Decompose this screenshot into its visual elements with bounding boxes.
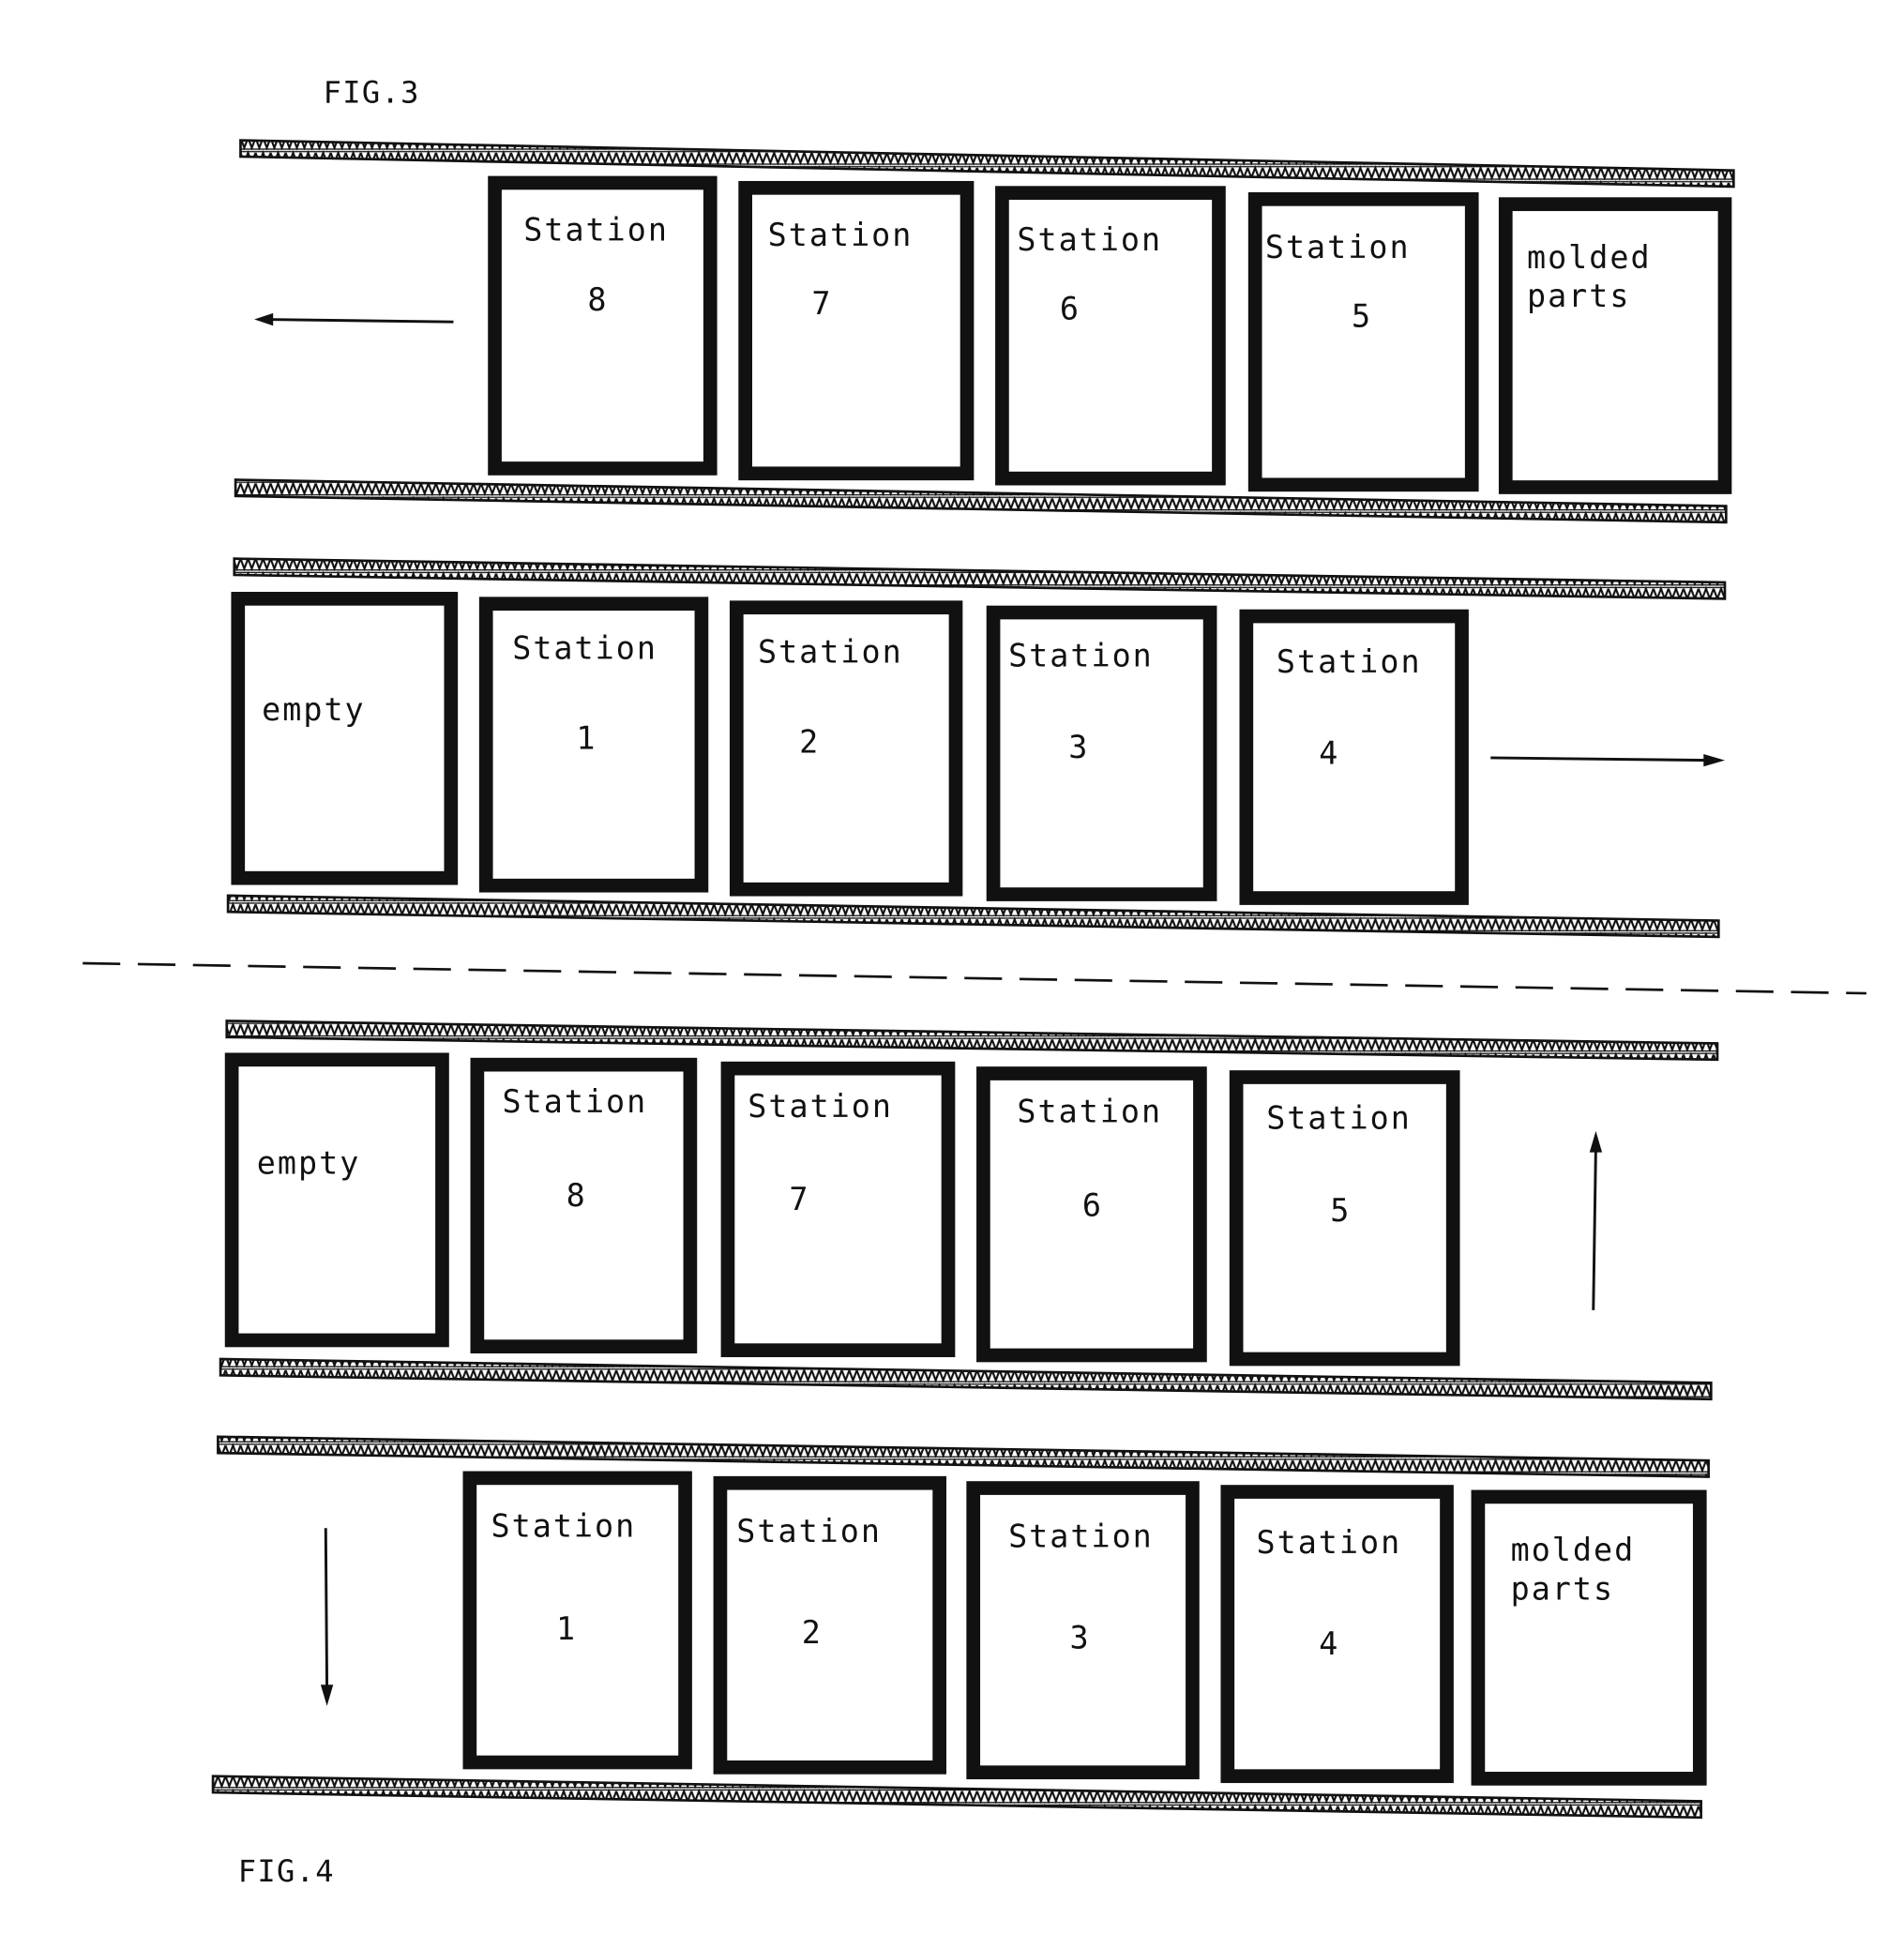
- patent-drawing: FIG.3 Station 8 Station 7 Station 6 Stat…: [83, 75, 1866, 1889]
- station-box: Station 2: [729, 600, 963, 897]
- conveyor-row-fig4-bottom: Station 1 Station 2 Station 3 Station 4 …: [211, 1435, 1710, 1820]
- station-number: 3: [1068, 729, 1089, 765]
- station-number: 5: [1330, 1192, 1351, 1229]
- station-box: Station 4: [1239, 609, 1469, 905]
- station-box: Station 2: [713, 1475, 946, 1775]
- station-label: Station: [523, 211, 669, 248]
- figure-caption-3: FIG.3: [324, 75, 420, 111]
- station-label-line2: parts: [1511, 1570, 1614, 1607]
- station-label: empty: [257, 1144, 360, 1181]
- rail-top: [225, 1020, 1719, 1062]
- station-number: 6: [1060, 291, 1080, 327]
- station-box: Station 8: [470, 1057, 698, 1353]
- arrow-right-head: [1703, 753, 1725, 767]
- station-label: Station: [491, 1508, 637, 1545]
- figure-separator-dashed-line: [83, 961, 1866, 995]
- station-box: Station 8: [488, 175, 718, 476]
- station-number: 2: [799, 724, 820, 761]
- station-box: Station 3: [966, 1481, 1200, 1780]
- station-number: 7: [789, 1181, 809, 1217]
- conveyor-row-fig3-top: Station 8 Station 7 Station 6 Station 5 …: [234, 139, 1735, 524]
- station-box: Station 1: [478, 597, 709, 893]
- station-box: Station 5: [1229, 1070, 1460, 1367]
- arrow-down-icon: [324, 1528, 329, 1691]
- station-label: Station: [748, 1088, 893, 1125]
- arrow-right-icon: [1490, 756, 1712, 763]
- rail-bottom: [219, 1357, 1713, 1401]
- station-box: Station 4: [1220, 1485, 1454, 1784]
- conveyor-row-fig3-bottom: empty Station 1 Station 2 Station 3 Stat…: [226, 557, 1727, 939]
- station-box: Station 7: [720, 1061, 956, 1357]
- station-number: 3: [1070, 1619, 1091, 1655]
- station-box: Station 6: [976, 1066, 1207, 1363]
- station-number: 5: [1352, 298, 1372, 335]
- arrow-left-head: [254, 312, 274, 326]
- station-label: Station: [1017, 1094, 1162, 1130]
- rail-top: [239, 139, 1735, 189]
- station-label: Station: [512, 629, 657, 666]
- station-number: 7: [811, 285, 832, 322]
- station-box: Station 5: [1247, 191, 1479, 492]
- station-label: Station: [1266, 1099, 1412, 1136]
- station-label: Station: [758, 633, 903, 670]
- arrow-up-icon: [1592, 1145, 1597, 1310]
- station-label: Station: [1008, 637, 1154, 673]
- station-number: 1: [576, 720, 597, 757]
- station-label-line2: parts: [1527, 278, 1630, 314]
- station-label: Station: [503, 1083, 648, 1120]
- rail-top: [217, 1435, 1710, 1478]
- arrow-left-icon: [265, 318, 454, 324]
- station-box: Station 1: [462, 1471, 692, 1770]
- rail-bottom: [226, 894, 1720, 939]
- station-number: 6: [1082, 1187, 1103, 1224]
- station-label: Station: [768, 217, 914, 253]
- station-label: molded: [1511, 1532, 1636, 1568]
- station-box: Station 6: [995, 186, 1226, 486]
- station-label: empty: [262, 691, 365, 728]
- station-label: Station: [1277, 643, 1422, 680]
- molded-parts-box: molded parts: [1498, 197, 1732, 494]
- empty-box: empty: [231, 592, 459, 885]
- arrow-up-head: [1589, 1130, 1603, 1153]
- station-number: 1: [556, 1610, 577, 1647]
- station-label: Station: [1017, 221, 1162, 258]
- conveyor-row-fig4-top: empty Station 8 Station 7 Station 6 Stat…: [219, 1020, 1719, 1401]
- figure-caption-4: FIG.4: [238, 1853, 335, 1889]
- station-label: Station: [736, 1513, 882, 1549]
- station-label: Station: [1008, 1518, 1154, 1554]
- station-number: 8: [587, 281, 608, 318]
- station-number: 4: [1319, 735, 1339, 772]
- station-number: 4: [1319, 1625, 1339, 1662]
- station-box: Station 7: [738, 180, 975, 481]
- station-box: Station 3: [986, 605, 1217, 901]
- empty-box: empty: [224, 1052, 449, 1348]
- station-number: 2: [802, 1614, 823, 1651]
- station-label: Station: [1265, 229, 1411, 265]
- station-label: Station: [1257, 1524, 1402, 1561]
- molded-parts-box: molded parts: [1471, 1489, 1707, 1786]
- station-label: molded: [1527, 239, 1652, 276]
- station-number: 8: [567, 1177, 587, 1214]
- arrow-down-head: [320, 1685, 334, 1706]
